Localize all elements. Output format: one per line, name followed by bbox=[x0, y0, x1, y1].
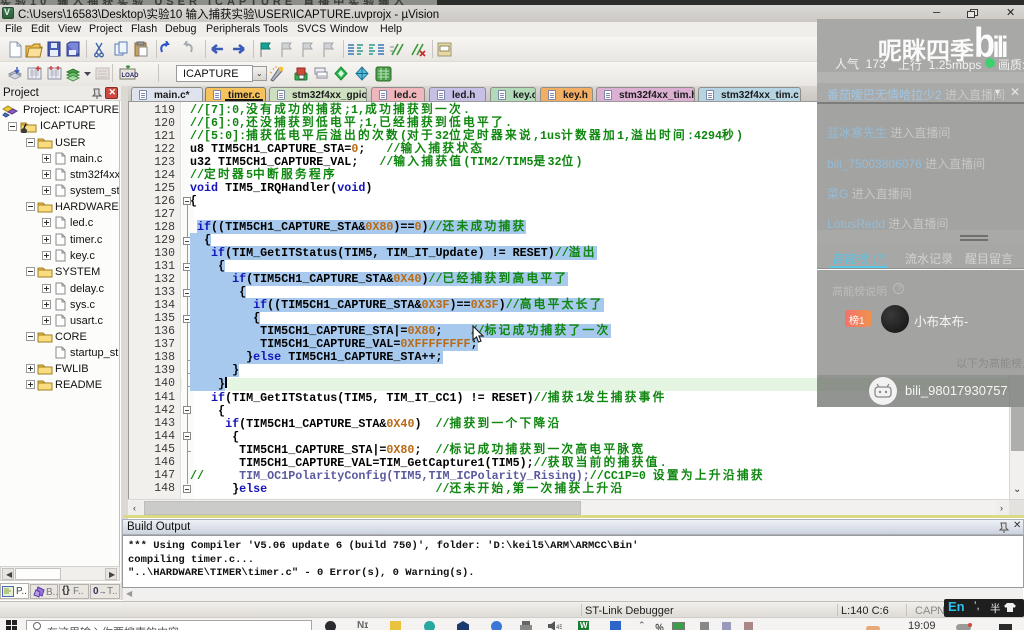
svg-text:LOAD: LOAD bbox=[122, 73, 140, 79]
svg-text:45: 45 bbox=[556, 625, 562, 630]
